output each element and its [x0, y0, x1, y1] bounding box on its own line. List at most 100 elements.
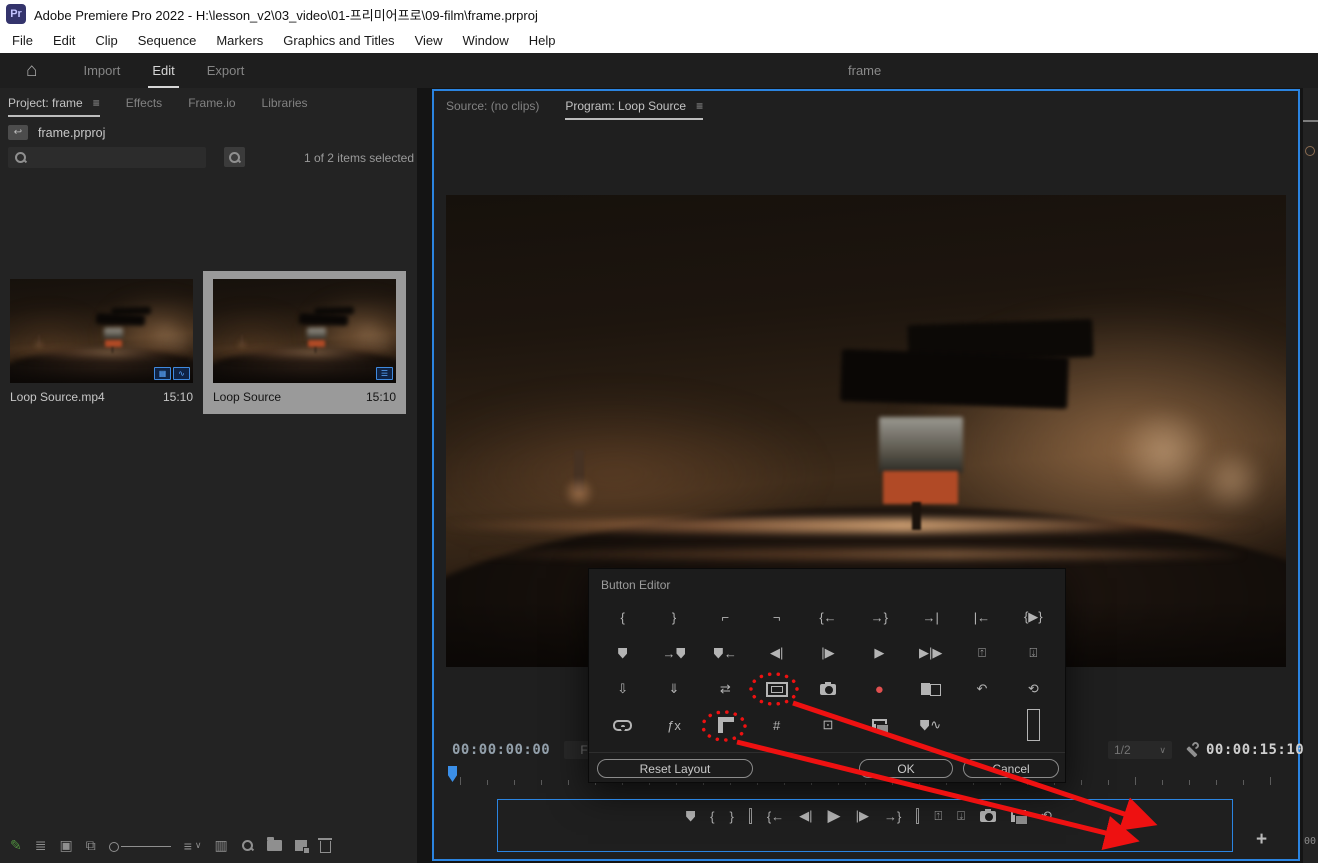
go-to-next-marker-icon[interactable]: →	[662, 646, 685, 661]
tab-effects[interactable]: Effects	[126, 96, 162, 110]
go-to-next-edit-icon[interactable]: →|	[922, 610, 938, 625]
current-timecode[interactable]: 00:00:00:00	[452, 742, 550, 758]
sort-icons-button[interactable]: ≡∨	[184, 838, 202, 854]
tab-source-no-clips-[interactable]: Source: (no clips)	[446, 99, 539, 113]
playback-resolution-select[interactable]: 1/2 ∨	[1108, 741, 1172, 759]
lift-button[interactable]: ⍐	[934, 808, 942, 824]
panel-menu-icon[interactable]: ≡	[696, 99, 703, 113]
panel-menu-icon[interactable]: ≡	[93, 96, 100, 110]
menu-view[interactable]: View	[405, 30, 453, 51]
vertical-spacer-icon[interactable]	[1027, 709, 1040, 741]
film-roll-icon[interactable]	[717, 717, 734, 733]
insert-icon[interactable]: ⇩	[617, 681, 628, 697]
bin-search-icon[interactable]	[224, 147, 245, 167]
menu-file[interactable]: File	[2, 30, 43, 51]
extract-icon[interactable]: ⍗	[1029, 645, 1037, 661]
search-input[interactable]	[33, 151, 193, 165]
play-button[interactable]: ▶	[828, 806, 841, 826]
tab-libraries[interactable]: Libraries	[262, 96, 308, 110]
vr-video-display-icon[interactable]	[613, 720, 632, 731]
add-marker-button[interactable]	[686, 811, 695, 822]
multi-camera-button[interactable]	[1011, 810, 1026, 822]
navigate-up-icon[interactable]: ↩	[8, 125, 28, 140]
step-back-button[interactable]: ◀|	[799, 808, 812, 824]
tab-project-frame[interactable]: Project: frame≡	[8, 96, 100, 110]
mark-in-icon[interactable]: {	[620, 610, 624, 625]
ok-button[interactable]: OK	[859, 759, 953, 778]
new-bin-button[interactable]	[267, 840, 282, 851]
safe-margins-icon[interactable]	[766, 682, 788, 697]
adjacent-panel-edge: 00	[1303, 88, 1318, 863]
play-in-to-out-icon[interactable]: {▶}	[1024, 609, 1043, 625]
zoom-slider[interactable]	[109, 840, 171, 852]
breadcrumb[interactable]: ↩ frame.prproj	[0, 117, 417, 144]
ruler-tick	[460, 777, 461, 785]
multi-camera-view-icon[interactable]	[872, 719, 887, 731]
tab-program-loop-source[interactable]: Program: Loop Source≡	[565, 99, 703, 113]
go-to-previous-edit-icon[interactable]: |←	[974, 610, 990, 625]
toggle-proxies-icon[interactable]: ⊡	[823, 717, 834, 733]
ruler-tick	[487, 780, 488, 785]
menu-graphics-and-titles[interactable]: Graphics and Titles	[273, 30, 404, 51]
window-title: Adobe Premiere Pro 2022 - H:\lesson_v2\0…	[34, 5, 538, 24]
multicam-record-toggle-icon[interactable]: ●	[875, 681, 884, 698]
clear-out-icon[interactable]: ¬	[773, 610, 781, 625]
menu-sequence[interactable]: Sequence	[128, 30, 207, 51]
step-forward-icon[interactable]: |▶	[821, 645, 834, 661]
automate-to-sequence-button[interactable]: ▥	[214, 837, 227, 854]
menu-edit[interactable]: Edit	[43, 30, 85, 51]
fit-clip-icon[interactable]: ⇄	[720, 681, 731, 697]
cancel-button[interactable]: Cancel	[963, 759, 1059, 778]
clip-tile[interactable]: ☰Loop Source15:10	[203, 271, 406, 414]
go-to-previous-marker-icon[interactable]: ←	[714, 646, 737, 661]
find-button[interactable]	[241, 839, 254, 852]
loop-button[interactable]: ⟲	[1041, 808, 1052, 824]
step-back-icon[interactable]: ◀|	[770, 645, 783, 661]
button-editor-plus-button[interactable]: +	[1256, 829, 1267, 851]
add-marker-icon[interactable]	[618, 648, 627, 659]
search-box[interactable]	[8, 147, 206, 168]
menu-clip[interactable]: Clip	[85, 30, 127, 51]
home-icon[interactable]: ⌂	[26, 60, 37, 82]
settings-wrench-icon[interactable]	[1184, 742, 1200, 758]
lift-icon[interactable]: ⍐	[978, 645, 986, 661]
marker-audio-icon[interactable]: ∿	[920, 717, 941, 733]
export-frame-button[interactable]	[980, 811, 996, 822]
mark-out-button[interactable]: }	[729, 809, 733, 824]
workspace-tab-export[interactable]: Export	[191, 55, 261, 86]
go-to-in-icon[interactable]: {←	[819, 610, 836, 625]
step-forward-button[interactable]: |▶	[856, 808, 869, 824]
play-around-icon[interactable]: ▶|▶	[919, 645, 942, 661]
extract-button[interactable]: ⍗	[957, 808, 965, 824]
menu-help[interactable]: Help	[519, 30, 566, 51]
mark-out-icon[interactable]: }	[672, 610, 676, 625]
audio-badge: ∿	[173, 367, 190, 380]
go-to-in-button[interactable]: {←	[767, 809, 784, 824]
go-to-out-button[interactable]: →}	[884, 809, 901, 824]
icon-view-button[interactable]: ▣	[59, 837, 72, 854]
global-fx-mute-icon[interactable]: ƒx	[667, 718, 681, 733]
title-bar: Pr Adobe Premiere Pro 2022 - H:\lesson_v…	[0, 0, 1318, 28]
go-to-out-icon[interactable]: →}	[871, 610, 888, 625]
playhead[interactable]	[448, 766, 457, 782]
delete-button[interactable]	[320, 838, 331, 853]
mark-in-button[interactable]: {	[710, 809, 714, 824]
play-stop-icon[interactable]: ▶	[874, 645, 884, 661]
tab-frame-io[interactable]: Frame.io	[188, 96, 235, 110]
export-frame-icon[interactable]	[820, 684, 836, 695]
comparison-view-icon[interactable]	[921, 683, 941, 695]
reverse-match-frame-icon[interactable]: ↶	[977, 681, 988, 697]
menu-window[interactable]: Window	[453, 30, 519, 51]
workspace-tab-import[interactable]: Import	[67, 55, 136, 86]
clip-tile[interactable]: ▦∿Loop Source.mp415:10	[0, 271, 203, 414]
overwrite-icon[interactable]: ⇓	[669, 681, 680, 697]
reset-layout-button[interactable]: Reset Layout	[597, 759, 753, 778]
menu-markers[interactable]: Markers	[206, 30, 273, 51]
transparency-grid-icon[interactable]: #	[773, 718, 780, 733]
workspace-tab-edit[interactable]: Edit	[136, 55, 190, 86]
new-item-button[interactable]	[295, 840, 307, 851]
clear-in-icon[interactable]: ⌐	[722, 610, 730, 625]
list-view-button[interactable]: ≣	[35, 837, 47, 854]
freeform-view-button[interactable]: ⧉	[86, 837, 96, 854]
loop-icon[interactable]: ⟲	[1028, 681, 1039, 697]
